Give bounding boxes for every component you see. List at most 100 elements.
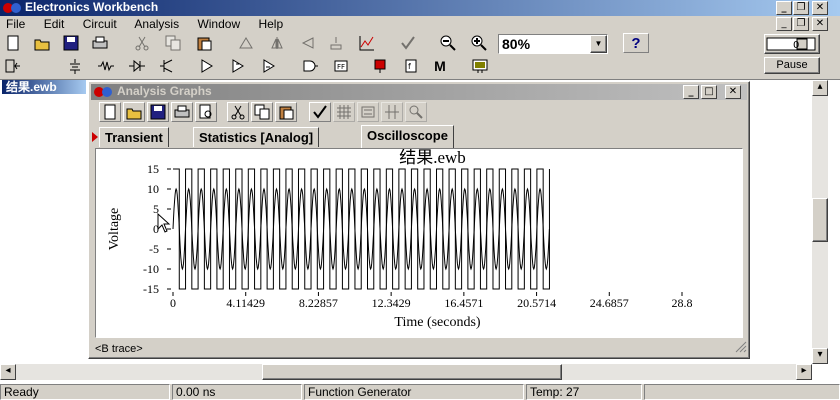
graph-copy-icon[interactable] (251, 102, 273, 122)
cut-icon[interactable] (131, 33, 153, 53)
zoom-in-icon[interactable] (468, 33, 490, 53)
graph-minimize-button[interactable]: _ (683, 85, 699, 99)
x-tick-label: 0 (170, 296, 176, 310)
oscilloscope-chart: 结果.ewb151050-5-10-150 4.11429 8.22857 12.34… (107, 149, 693, 330)
power-switch-icon: 0 (766, 37, 816, 51)
graph-window-icon (93, 85, 113, 102)
menu-edit[interactable]: Edit (44, 17, 65, 31)
menu-help[interactable]: Help (258, 17, 283, 31)
analysis-graphs-titlebar[interactable]: Analysis Graphs _ □ ✕ (91, 84, 747, 100)
scroll-down-icon[interactable]: ▾ (812, 348, 828, 364)
subcircuit-icon[interactable] (397, 33, 419, 53)
graph-paste-icon[interactable] (275, 102, 297, 122)
horizontal-scroll-thumb[interactable] (262, 364, 562, 380)
mdi-minimize-button[interactable]: _ (776, 17, 792, 31)
app-titlebar: Electronics Workbench _ ❐ ✕ (0, 0, 840, 16)
paste-icon[interactable] (193, 33, 215, 53)
menu-file[interactable]: File (6, 17, 25, 31)
mdi-restore-button[interactable]: ❐ (793, 17, 809, 31)
controls-bin-icon[interactable]: f (400, 56, 422, 76)
x-tick-label: 8.22857 (299, 296, 338, 310)
close-button[interactable]: ✕ (812, 1, 828, 15)
scroll-right-icon[interactable]: ▸ (796, 364, 812, 380)
menu-circuit[interactable]: Circuit (83, 17, 117, 31)
y-tick-label: 15 (147, 162, 159, 176)
chart-title: 结果.ewb (399, 149, 466, 167)
graph-tabs: Transient Statistics [Analog] Oscillosco… (92, 125, 748, 148)
tab-transient[interactable]: Transient (99, 127, 169, 147)
logic-gates-bin-icon[interactable] (299, 56, 321, 76)
digital-bin-icon[interactable]: FF (330, 56, 352, 76)
y-axis-label: Voltage (107, 208, 122, 251)
mdi-close-button[interactable]: ✕ (812, 17, 828, 31)
graph-properties-icon[interactable] (309, 102, 331, 122)
tab-statistics-analog[interactable]: Statistics [Analog] (193, 127, 320, 147)
vertical-scroll-thumb[interactable] (812, 198, 828, 242)
graph-icon[interactable] (356, 33, 378, 53)
power-switch[interactable]: 0 (764, 34, 820, 54)
flip-vertical-icon[interactable] (297, 33, 319, 53)
y-tick-label: -5 (149, 242, 159, 256)
sources-bin-icon[interactable] (64, 56, 86, 76)
new-icon[interactable] (2, 33, 24, 53)
copy-icon[interactable] (162, 33, 184, 53)
resize-grip-icon[interactable] (735, 341, 747, 356)
main-horizontal-scrollbar[interactable]: ◂ ▸ (0, 364, 812, 380)
graph-close-button[interactable]: ✕ (725, 85, 741, 99)
graph-status-footer: <B trace> (93, 342, 747, 358)
print-icon[interactable] (89, 33, 111, 53)
minimize-button[interactable]: _ (776, 1, 792, 15)
zoom-out-icon[interactable] (437, 33, 459, 53)
graph-save-icon[interactable] (147, 102, 169, 122)
instruments-bin-icon[interactable] (469, 56, 491, 76)
menu-window[interactable]: Window (197, 17, 240, 31)
graph-zoom-icon[interactable] (405, 102, 427, 122)
help-button[interactable]: ? (623, 33, 649, 53)
graph-cut-icon[interactable] (227, 102, 249, 122)
document-window-title[interactable]: 结果.ewb (2, 80, 86, 94)
menu-analysis[interactable]: Analysis (134, 17, 179, 31)
graph-legend-icon[interactable] (357, 102, 379, 122)
analysis-graphs-window: Analysis Graphs _ □ ✕ Transient Statisti… (88, 81, 750, 359)
graph-grid-icon[interactable] (333, 102, 355, 122)
digital-ics-bin-icon[interactable] (258, 56, 280, 76)
x-tick-label: 4.11429 (226, 296, 265, 310)
save-icon[interactable] (60, 33, 82, 53)
svg-text:0: 0 (793, 40, 799, 51)
status-ready: Ready (0, 384, 170, 400)
open-icon[interactable] (31, 33, 53, 53)
pause-label: Pause (776, 59, 808, 71)
y-tick-label: 10 (147, 182, 159, 196)
y-tick-label: -10 (143, 262, 159, 276)
main-vertical-scrollbar[interactable]: ▴ ▾ (812, 80, 828, 364)
flip-horizontal-icon[interactable] (266, 33, 288, 53)
graph-toolbar (99, 102, 599, 124)
tab-oscilloscope[interactable]: Oscilloscope (361, 125, 454, 148)
x-tick-label: 12.3429 (372, 296, 411, 310)
scroll-left-icon[interactable]: ◂ (0, 364, 16, 380)
graph-cursors-icon[interactable] (381, 102, 403, 122)
miscellaneous-bin-icon[interactable]: M (429, 56, 451, 76)
graph-print-icon[interactable] (171, 102, 193, 122)
parts-bin-toggle-icon[interactable] (2, 56, 24, 76)
basic-bin-icon[interactable] (95, 56, 117, 76)
x-tick-label: 20.5714 (517, 296, 556, 310)
restore-button[interactable]: ❐ (793, 1, 809, 15)
analysis-graphs-title: Analysis Graphs (117, 84, 212, 98)
graph-maximize-button[interactable]: □ (701, 85, 717, 99)
graph-print-preview-icon[interactable] (195, 102, 217, 122)
active-page-marker-icon (92, 132, 98, 142)
rotate-icon[interactable] (235, 33, 257, 53)
scroll-up-icon[interactable]: ▴ (812, 80, 828, 96)
mixed-ics-bin-icon[interactable] (227, 56, 249, 76)
graph-open-icon[interactable] (123, 102, 145, 122)
analog-ics-bin-icon[interactable] (196, 56, 218, 76)
transistors-bin-icon[interactable] (157, 56, 179, 76)
component-properties-icon[interactable] (325, 33, 347, 53)
diodes-bin-icon[interactable] (126, 56, 148, 76)
pause-button[interactable]: Pause (764, 57, 820, 74)
graph-new-icon[interactable] (99, 102, 121, 122)
chevron-down-icon[interactable]: ▼ (590, 35, 607, 53)
indicators-bin-icon[interactable] (369, 56, 391, 76)
zoom-select[interactable]: 80% ▼ (498, 34, 608, 54)
